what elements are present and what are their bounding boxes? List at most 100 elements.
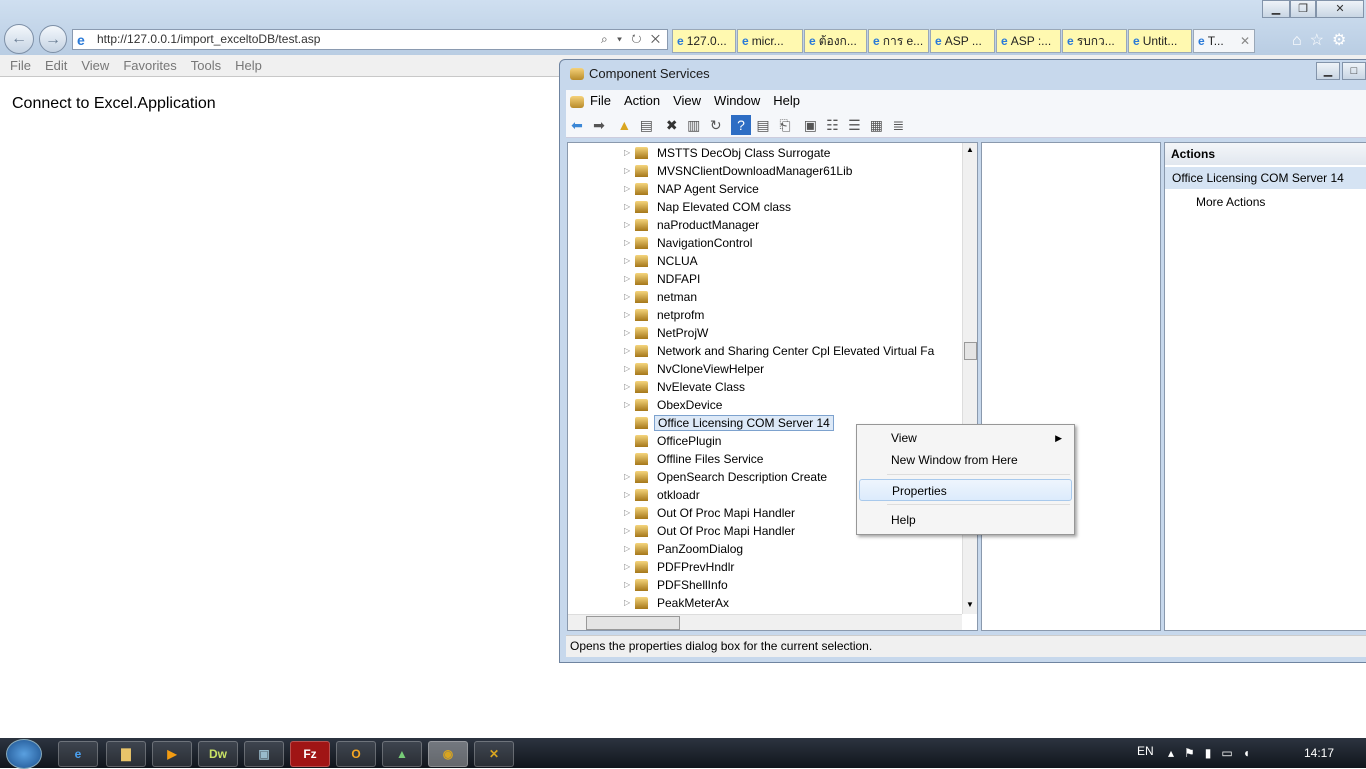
- tree-item[interactable]: ▷ Nap Elevated COM class: [624, 198, 794, 216]
- more-actions-link[interactable]: More Actions: [1196, 192, 1265, 212]
- forward-button[interactable]: →: [39, 25, 67, 53]
- close-button[interactable]: ✕: [1316, 0, 1364, 18]
- tree-item[interactable]: ▷ PeakMeterAx: [624, 594, 732, 612]
- menu-tools[interactable]: Tools: [191, 58, 221, 73]
- tree-item[interactable]: ▷ OpenSearch Description Create: [624, 468, 830, 486]
- taskbar-network-icon[interactable]: ▣: [244, 741, 284, 767]
- tray-icons[interactable]: ▴⚑▮▭◖: [1168, 746, 1260, 760]
- tree-item[interactable]: ▷ naProductManager: [624, 216, 762, 234]
- taskbar-filezilla-icon[interactable]: Fz: [290, 741, 330, 767]
- large-icons-view-icon[interactable]: ▣: [800, 115, 820, 135]
- taskbar-ie-icon[interactable]: e: [58, 741, 98, 767]
- taskbar-media-player-icon[interactable]: ▶: [152, 741, 192, 767]
- expand-arrow-icon[interactable]: ▷: [624, 324, 630, 342]
- delete-icon[interactable]: ✖: [662, 115, 682, 135]
- list-view-icon[interactable]: ☰: [844, 115, 864, 135]
- context-item-new-window[interactable]: New Window from Here: [859, 449, 1072, 471]
- cs-menu-help[interactable]: Help: [773, 90, 800, 112]
- tree-item[interactable]: ▷ PDFShellInfo: [624, 576, 731, 594]
- tree-item[interactable]: ▷ Out Of Proc Mapi Handler: [624, 504, 798, 522]
- browser-tab[interactable]: e ต้องก...: [804, 29, 867, 53]
- taskbar-outlook-icon[interactable]: O: [336, 741, 376, 767]
- clock[interactable]: 14:17: [1304, 746, 1334, 760]
- expand-arrow-icon[interactable]: ▷: [624, 342, 630, 360]
- browser-tab[interactable]: e รบกว...: [1062, 29, 1127, 53]
- expand-arrow-icon[interactable]: ▷: [624, 180, 630, 198]
- tree-item[interactable]: ▷ netprofm: [624, 306, 707, 324]
- tree-item[interactable]: ▷ NDFAPI: [624, 270, 703, 288]
- cs-menu-file[interactable]: File: [590, 90, 611, 112]
- back-arrow-icon[interactable]: ⬅: [567, 115, 587, 135]
- expand-arrow-icon[interactable]: ▷: [624, 306, 630, 324]
- properties-icon[interactable]: ▥: [684, 115, 704, 135]
- browser-tab[interactable]: e micr...: [737, 29, 803, 53]
- expand-arrow-icon[interactable]: ▷: [624, 504, 630, 522]
- browser-tab[interactable]: e Untit...: [1128, 29, 1192, 53]
- tree-item[interactable]: ▷ PDFPrevHndlr: [624, 558, 737, 576]
- cs-menu-action[interactable]: Action: [624, 90, 660, 112]
- show-action-pane-icon[interactable]: ▤: [753, 115, 773, 135]
- tree-item[interactable]: Offline Files Service: [635, 450, 766, 468]
- restore-button[interactable]: ❐: [1290, 0, 1316, 18]
- context-item-help[interactable]: Help: [859, 509, 1072, 531]
- tree-item[interactable]: ▷ PanZoomDialog: [624, 540, 746, 558]
- expand-arrow-icon[interactable]: ▷: [624, 270, 630, 288]
- detail-view-icon[interactable]: ▦: [866, 115, 886, 135]
- expand-arrow-icon[interactable]: ▷: [624, 234, 630, 252]
- tree-item[interactable]: ▷ NvElevate Class: [624, 378, 748, 396]
- menu-view[interactable]: View: [81, 58, 109, 73]
- browser-tab[interactable]: e การ e...: [868, 29, 929, 53]
- tree-item[interactable]: Office Licensing COM Server 14: [635, 414, 834, 432]
- forward-arrow-icon[interactable]: ➡: [589, 115, 609, 135]
- tree-item[interactable]: ▷ Network and Sharing Center Cpl Elevated…: [624, 342, 937, 360]
- tree-vertical-scrollbar[interactable]: ▲ ▼: [962, 143, 977, 614]
- taskbar-app-icon[interactable]: ▲: [382, 741, 422, 767]
- expand-arrow-icon[interactable]: ▷: [624, 378, 630, 396]
- tree-item[interactable]: ▷ NvCloneViewHelper: [624, 360, 767, 378]
- up-folder-icon[interactable]: ▲: [614, 115, 634, 135]
- expand-arrow-icon[interactable]: ▷: [624, 162, 630, 180]
- expand-arrow-icon[interactable]: ▷: [624, 558, 630, 576]
- context-item-properties[interactable]: Properties: [859, 479, 1072, 501]
- tree-item[interactable]: ▷ ObexDevice: [624, 396, 725, 414]
- tree-item[interactable]: ▷ NavigationControl: [624, 234, 755, 252]
- actions-selected-item[interactable]: Office Licensing COM Server 14: [1165, 167, 1366, 189]
- menu-favorites[interactable]: Favorites: [123, 58, 176, 73]
- expand-arrow-icon[interactable]: ▷: [624, 144, 630, 162]
- cs-minimize-button[interactable]: ▁: [1316, 62, 1340, 80]
- expand-arrow-icon[interactable]: ▷: [624, 216, 630, 234]
- minimize-button[interactable]: ▁: [1262, 0, 1290, 18]
- taskbar-component-services-icon[interactable]: ◉: [428, 741, 468, 767]
- export-icon[interactable]: ⎗: [775, 115, 795, 135]
- tree-item[interactable]: ▷ MVSNClientDownloadManager61Lib: [624, 162, 855, 180]
- address-controls[interactable]: ⌕ ▾ ↻ ✕: [601, 30, 663, 49]
- filter-icon[interactable]: ≣: [888, 115, 908, 135]
- taskbar-dreamweaver-icon[interactable]: Dw: [198, 741, 238, 767]
- expand-arrow-icon[interactable]: ▷: [624, 468, 630, 486]
- tree-item[interactable]: ▷ netman: [624, 288, 700, 306]
- expand-arrow-icon[interactable]: ▷: [624, 576, 630, 594]
- address-bar[interactable]: e http://127.0.0.1/import_exceltoDB/test.…: [72, 29, 668, 50]
- back-button[interactable]: ←: [4, 24, 34, 54]
- taskbar-tools-icon[interactable]: ✕: [474, 741, 514, 767]
- tree-horizontal-scrollbar[interactable]: [568, 614, 962, 630]
- tree-item[interactable]: ▷ NetProjW: [624, 324, 711, 342]
- cs-maximize-button[interactable]: □: [1342, 62, 1366, 80]
- tree-item[interactable]: ▷ otkloadr: [624, 486, 703, 504]
- context-item-view[interactable]: View ▶: [859, 427, 1072, 449]
- small-icons-view-icon[interactable]: ☷: [822, 115, 842, 135]
- cs-menu-view[interactable]: View: [673, 90, 701, 112]
- tree-item[interactable]: ▷ Out Of Proc Mapi Handler: [624, 522, 798, 540]
- menu-edit[interactable]: Edit: [45, 58, 67, 73]
- browser-tab[interactable]: e T... ✕: [1193, 29, 1255, 53]
- tree-item[interactable]: ▷ MSTTS DecObj Class Surrogate: [624, 144, 833, 162]
- close-tab-icon[interactable]: ✕: [1240, 30, 1250, 52]
- expand-arrow-icon[interactable]: ▷: [624, 486, 630, 504]
- browser-tab[interactable]: e ASP :...: [996, 29, 1061, 53]
- start-button[interactable]: [6, 739, 42, 769]
- language-indicator[interactable]: EN: [1137, 744, 1154, 758]
- expand-arrow-icon[interactable]: ▷: [624, 288, 630, 306]
- help-icon[interactable]: ?: [731, 115, 752, 135]
- tree-item[interactable]: ▷ NCLUA: [624, 252, 701, 270]
- menu-help[interactable]: Help: [235, 58, 262, 73]
